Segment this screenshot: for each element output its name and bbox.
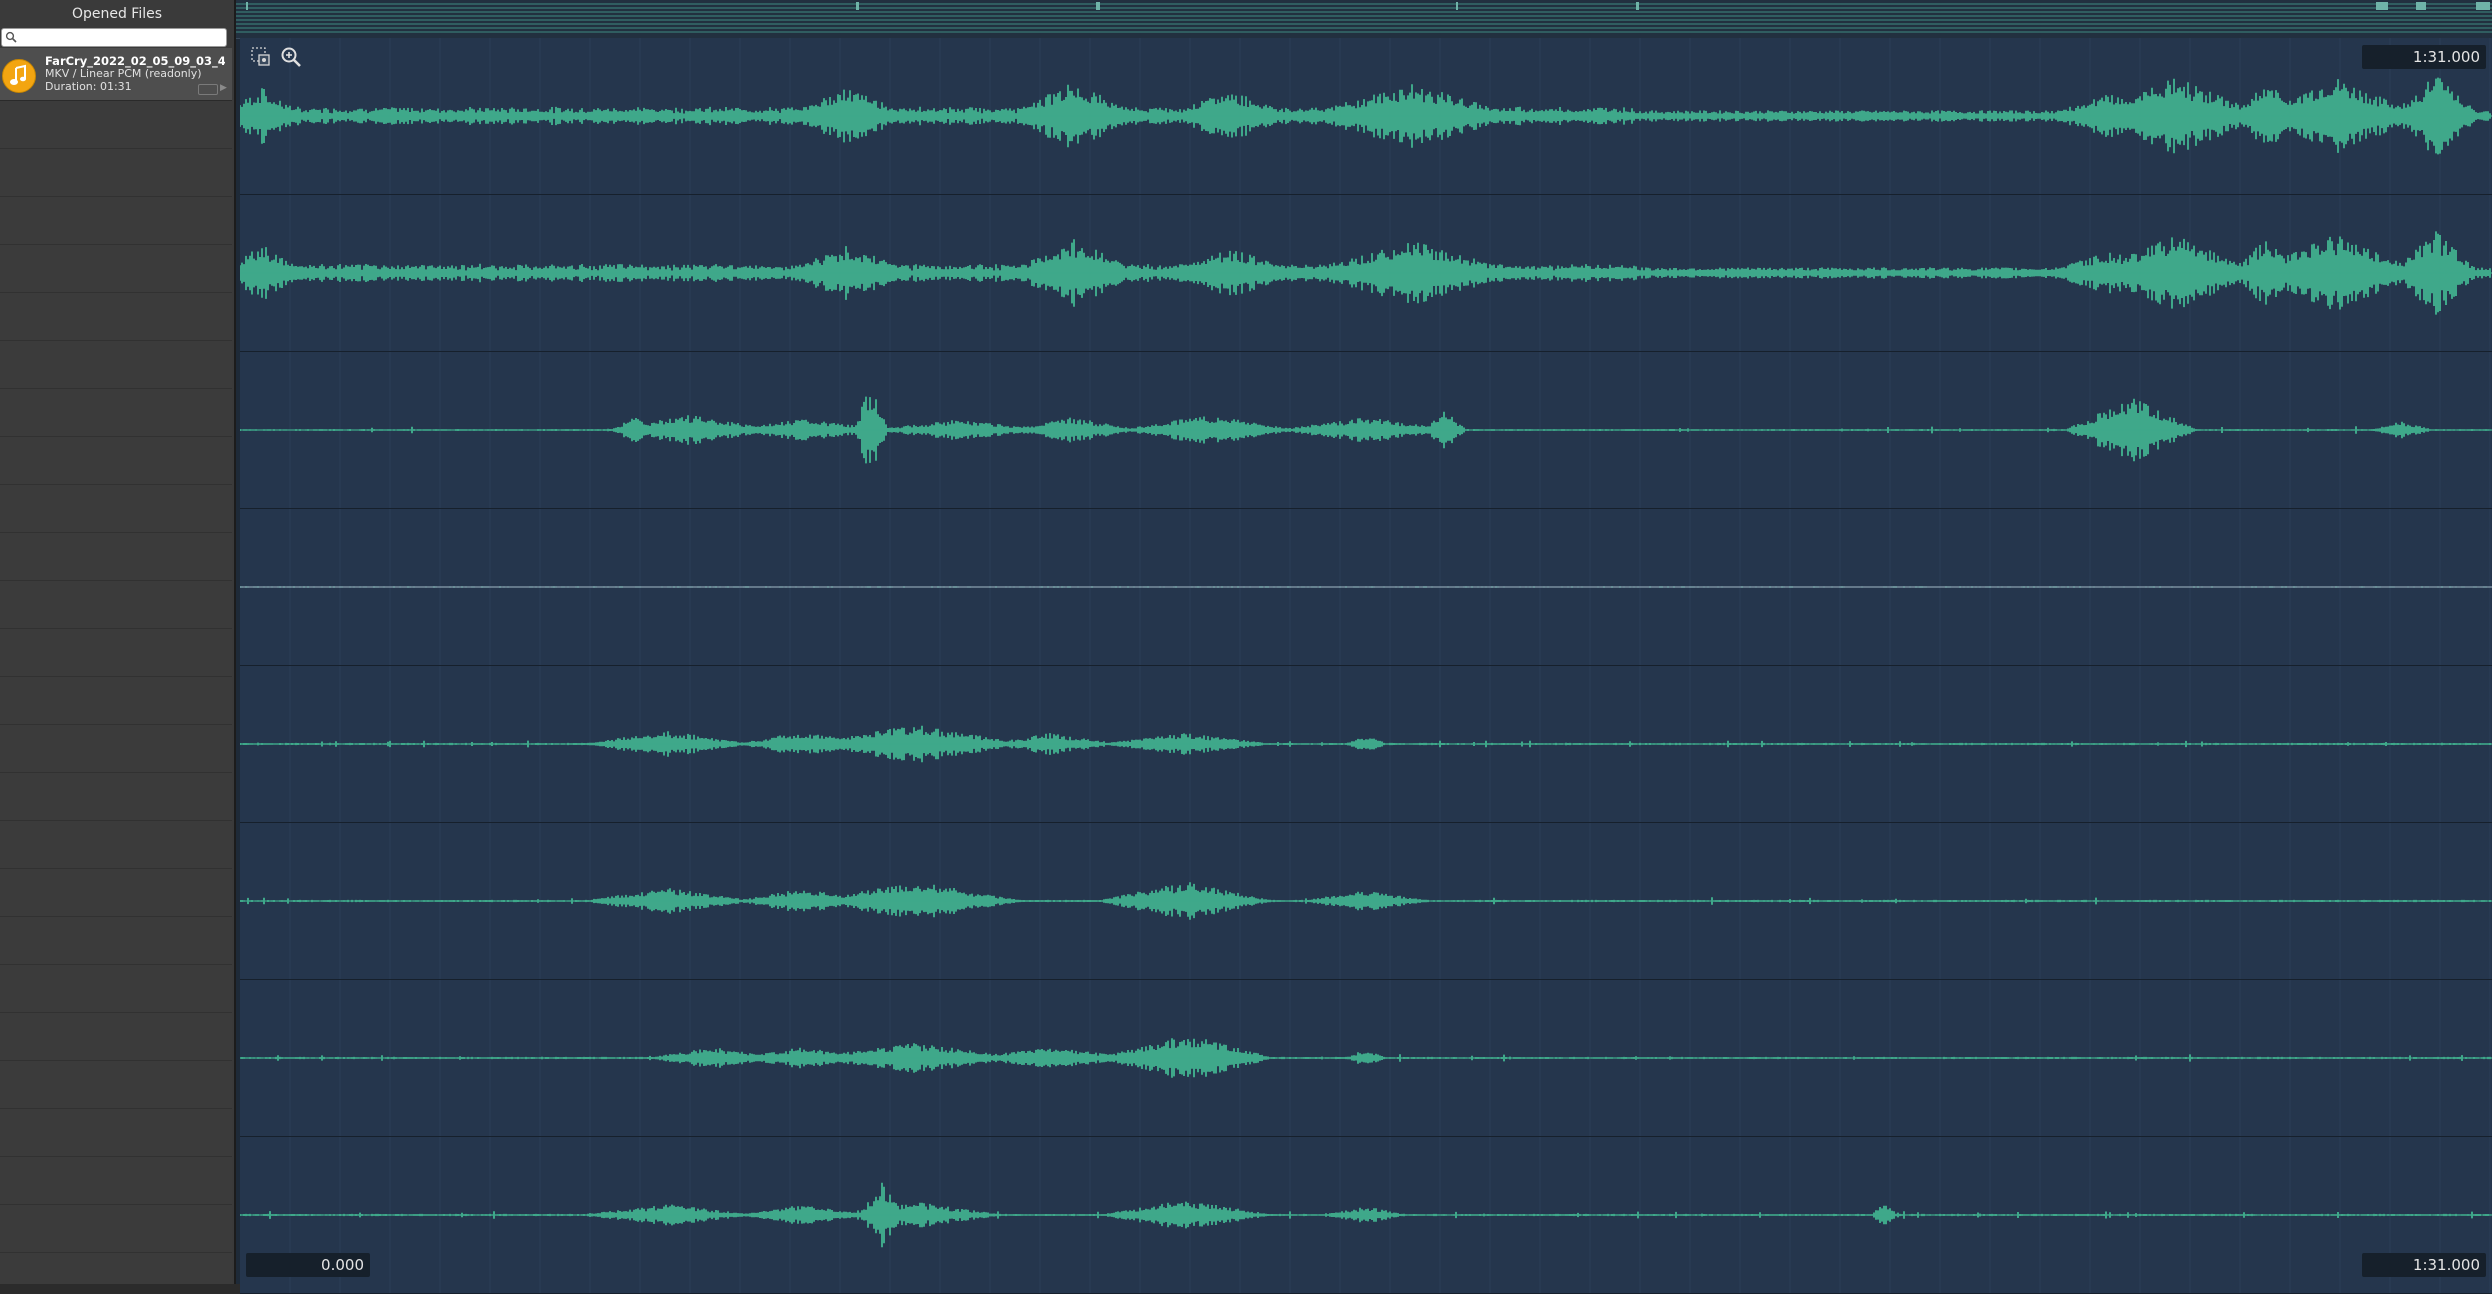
empty-row xyxy=(0,101,232,149)
opened-files-panel: Opened Files FarCry_2022_02_05_09_03_44.… xyxy=(0,0,236,1284)
expand-arrow-icon[interactable]: ▶ xyxy=(220,83,227,93)
empty-row xyxy=(0,821,232,869)
empty-row xyxy=(0,485,232,533)
channel-waveform[interactable] xyxy=(240,666,2492,823)
empty-row xyxy=(0,1253,232,1284)
search-box[interactable] xyxy=(1,28,227,47)
file-name: FarCry_2022_02_05_09_03_44... xyxy=(45,54,225,68)
channel-waveform[interactable] xyxy=(240,38,2492,195)
file-duration: Duration: 01:31 xyxy=(45,80,132,93)
empty-row xyxy=(0,1205,232,1253)
empty-row xyxy=(0,917,232,965)
channel-waveform[interactable] xyxy=(240,1137,2492,1294)
empty-row xyxy=(0,1013,232,1061)
empty-row xyxy=(0,245,232,293)
empty-row xyxy=(0,581,232,629)
time-start-label: 0.000 xyxy=(246,1253,370,1277)
panel-title: Opened Files xyxy=(71,6,163,22)
channel-waveform[interactable] xyxy=(240,352,2492,509)
search-input[interactable] xyxy=(18,29,218,46)
file-format: MKV / Linear PCM (readonly) xyxy=(45,67,202,80)
empty-row xyxy=(0,629,232,677)
empty-row xyxy=(0,437,232,485)
channel-stack[interactable] xyxy=(236,38,2492,1294)
empty-row xyxy=(0,677,232,725)
channel-waveform[interactable] xyxy=(240,195,2492,352)
audio-file-icon xyxy=(2,59,36,93)
empty-row xyxy=(0,533,232,581)
file-list-item[interactable]: FarCry_2022_02_05_09_03_44... MKV / Line… xyxy=(0,48,232,101)
time-end-label-bottom: 1:31.000 xyxy=(2362,1253,2486,1277)
search-icon xyxy=(5,31,17,43)
channel-waveform[interactable] xyxy=(240,980,2492,1137)
empty-row xyxy=(0,341,232,389)
zoom-in-icon[interactable] xyxy=(280,46,302,68)
empty-row xyxy=(0,149,232,197)
empty-row xyxy=(0,869,232,917)
overview-strip[interactable] xyxy=(236,0,2492,39)
time-end-label: 1:31.000 xyxy=(2362,45,2486,69)
empty-row xyxy=(0,1109,232,1157)
empty-row xyxy=(0,1157,232,1205)
empty-row xyxy=(0,389,232,437)
empty-row xyxy=(0,965,232,1013)
selection-tool-icon[interactable] xyxy=(250,46,272,68)
readonly-badge-icon xyxy=(198,84,218,95)
empty-row xyxy=(0,773,232,821)
waveform-viewer[interactable]: 1:31.000 0.000 1:31.000 xyxy=(236,0,2492,1294)
channel-waveform[interactable] xyxy=(240,509,2492,666)
empty-row xyxy=(0,293,232,341)
empty-row xyxy=(0,725,232,773)
channel-waveform[interactable] xyxy=(240,823,2492,980)
empty-row xyxy=(0,1061,232,1109)
empty-row xyxy=(0,197,232,245)
